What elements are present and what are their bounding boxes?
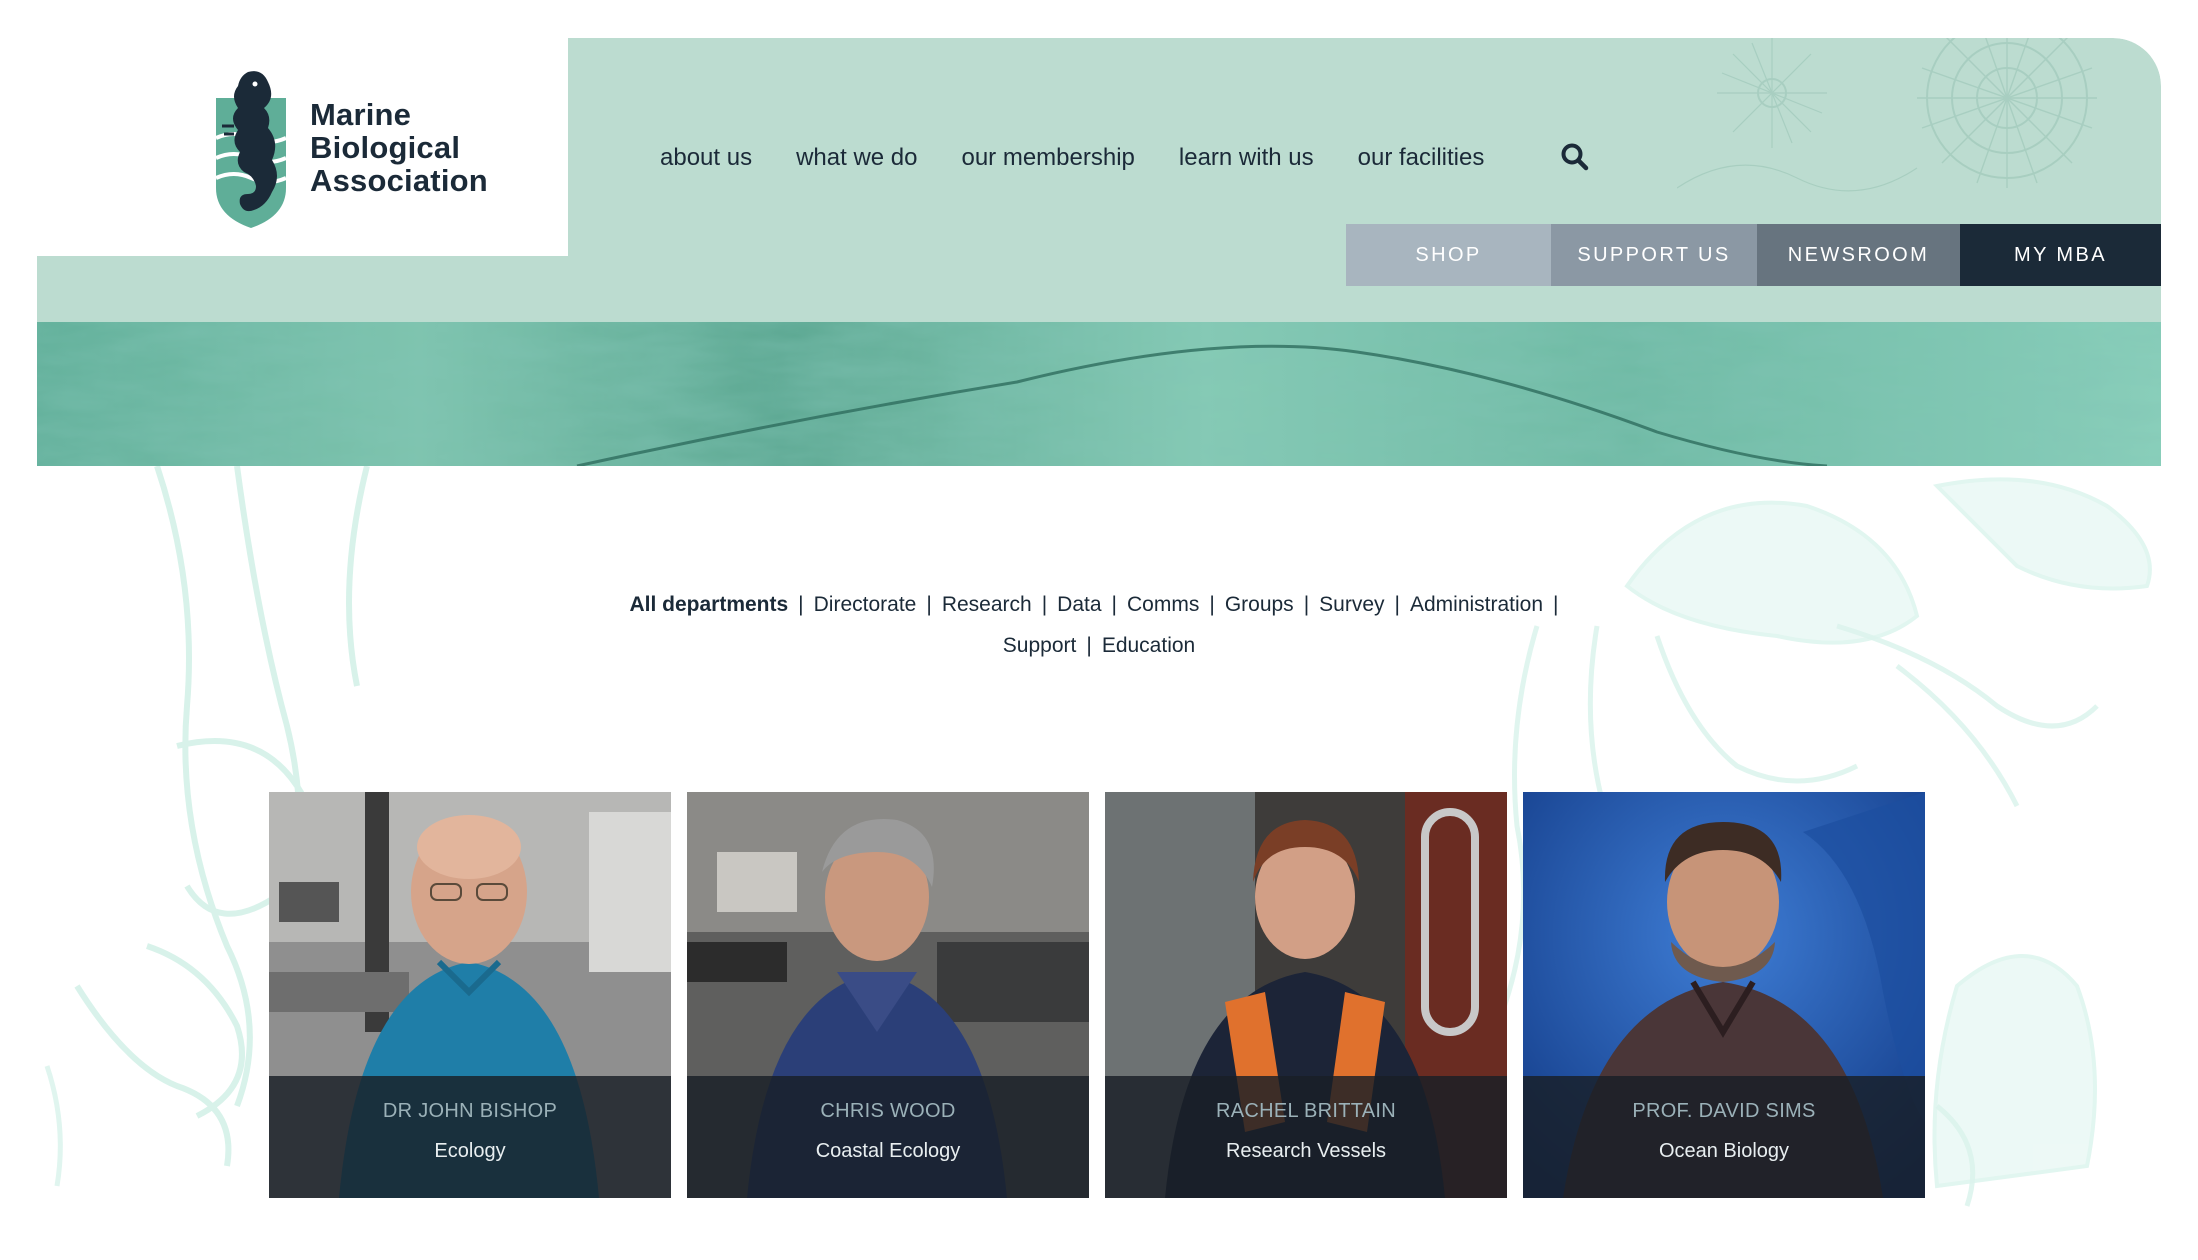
staff-caption: DR JOHN BISHOP Ecology [269,1076,671,1198]
staff-caption: CHRIS WOOD Coastal Ecology [687,1076,1089,1198]
filter-education[interactable]: Education [1102,625,1195,666]
search-icon[interactable] [1560,142,1590,172]
filter-row-2: Support | Education [37,625,2161,666]
utility-nav: SHOP SUPPORT US NEWSROOM MY MBA [1346,224,2161,286]
logo-line-3: Association [310,163,488,198]
staff-name: DR JOHN BISHOP [382,1100,558,1122]
plankton-decoration [1677,38,2097,192]
shop-button[interactable]: SHOP [1346,224,1551,286]
filter-separator: | [1041,593,1048,616]
staff-caption: RACHEL BRITTAIN Research Vessels [1105,1076,1507,1198]
filter-separator: | [1553,593,1559,616]
filter-separator: | [1303,593,1310,616]
filter-directorate[interactable]: Directorate [814,584,917,625]
logo[interactable]: Marine Biological Association [37,38,568,256]
hero-banner [37,322,2161,466]
staff-department: Ocean Biology [1658,1140,1790,1162]
nav-our-membership[interactable]: our membership [961,144,1134,172]
header-strip [37,256,1567,322]
hero-texture [37,322,2161,466]
filter-row-1: All departments | Directorate | Research… [37,584,2161,625]
staff-card[interactable]: CHRIS WOOD Coastal Ecology [687,792,1089,1198]
logo-line-1: Marine [310,97,412,132]
newsroom-button[interactable]: NEWSROOM [1757,224,1960,286]
staff-department: Research Vessels [1225,1140,1387,1162]
staff-card[interactable]: PROF. DAVID SIMS Ocean Biology [1523,792,1925,1198]
filter-separator: | [798,593,804,616]
nav-learn-with-us[interactable]: learn with us [1179,144,1314,172]
filter-comms[interactable]: Comms [1127,584,1199,625]
filter-survey[interactable]: Survey [1319,584,1384,625]
staff-name: RACHEL BRITTAIN [1215,1100,1397,1122]
filter-data[interactable]: Data [1057,584,1101,625]
staff-name: CHRIS WOOD [820,1100,956,1122]
staff-caption: PROF. DAVID SIMS Ocean Biology [1523,1076,1925,1198]
nav-about-us[interactable]: about us [660,144,752,172]
my-mba-button[interactable]: MY MBA [1960,224,2161,286]
filter-groups[interactable]: Groups [1225,584,1294,625]
filter-support[interactable]: Support [1003,625,1077,666]
staff-card[interactable]: DR JOHN BISHOP Ecology [269,792,671,1198]
nav-our-facilities[interactable]: our facilities [1358,144,1485,172]
support-us-button[interactable]: SUPPORT US [1551,224,1757,286]
filter-separator: | [1209,593,1215,616]
staff-name: PROF. DAVID SIMS [1632,1100,1816,1122]
staff-grid: DR JOHN BISHOP Ecology CHRIS WOOD Coasta… [269,792,1925,1198]
filter-all-departments[interactable]: All departments [629,584,788,625]
page-frame: Marine Biological Association about us w… [37,38,2161,1222]
filter-administration[interactable]: Administration [1410,584,1543,625]
staff-department: Coastal Ecology [815,1140,961,1162]
filter-research[interactable]: Research [942,584,1032,625]
staff-card[interactable]: RACHEL BRITTAIN Research Vessels [1105,792,1507,1198]
filter-separator: | [1086,634,1092,657]
staff-department: Ecology [434,1140,506,1162]
nav-what-we-do[interactable]: what we do [796,144,917,172]
filter-separator: | [926,593,932,616]
filter-separator: | [1394,593,1400,616]
seahorse-icon [215,71,287,228]
logo-text: Marine Biological Association [310,98,488,197]
department-filters: All departments | Directorate | Research… [37,584,2161,666]
filter-separator: | [1111,593,1117,616]
main-nav: about us what we do our membership learn… [660,144,1484,172]
logo-line-2: Biological [310,130,461,165]
